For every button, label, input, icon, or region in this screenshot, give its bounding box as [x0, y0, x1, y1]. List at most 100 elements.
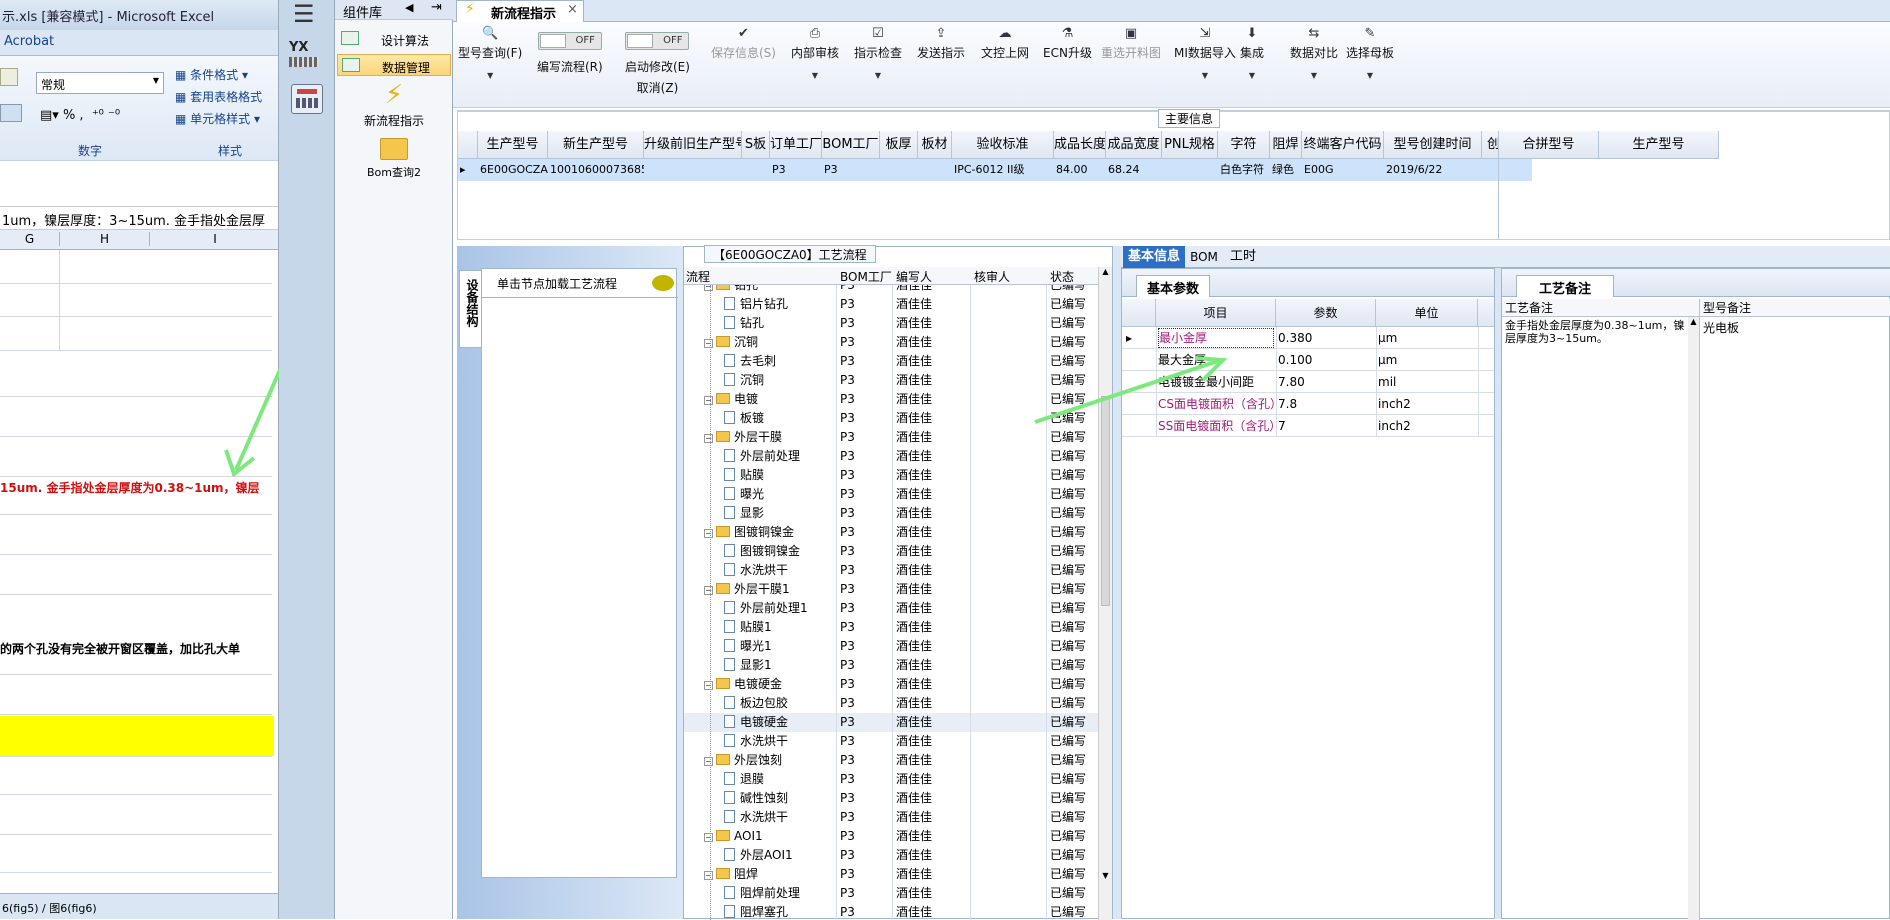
collapse-icon[interactable]: −: [704, 339, 713, 348]
flow-row[interactable]: 水洗烘干 P3 酒佳佳 已编写: [684, 808, 1098, 827]
flow-row[interactable]: 铝片钻孔 P3 酒佳佳 已编写: [684, 295, 1098, 314]
toolbar-button-0[interactable]: 🔍 型号查询(F) ▼: [458, 26, 522, 80]
flow-node[interactable]: − 图镀铜镍金: [704, 523, 794, 542]
table-format-button[interactable]: ▦ 套用表格格式: [175, 86, 262, 108]
flow-node[interactable]: 水洗烘干: [724, 808, 788, 827]
flow-node[interactable]: 外层AOI1: [724, 846, 793, 865]
toolbar-button-4[interactable]: ⎙ 内部审核 ▼: [791, 26, 839, 80]
info-cell[interactable]: 2019/6/22: [1384, 159, 1482, 181]
param-item[interactable]: 最小金厚: [1158, 328, 1274, 348]
cell-red-text[interactable]: 15um. 金手指处金层厚度为0.38~1um，镍层: [0, 479, 274, 496]
flow-node[interactable]: 贴膜1: [724, 618, 772, 637]
paste-icon[interactable]: [0, 68, 18, 86]
tab-new-flow[interactable]: ⚡ 新流程指示 ×: [456, 0, 584, 22]
scroll-up-icon[interactable]: ▲: [1099, 267, 1112, 276]
info-cell[interactable]: IPC-6012 II级: [952, 159, 1054, 181]
merged-col-header[interactable]: 合拼型号: [1499, 131, 1599, 159]
flow-node[interactable]: 外层前处理: [724, 447, 800, 466]
highlighted-row[interactable]: [0, 716, 274, 756]
col-header-h[interactable]: H: [60, 232, 150, 246]
info-cell[interactable]: 白色字符: [1218, 159, 1270, 181]
toolbar-button-12[interactable]: ⇆ 数据对比 ▼: [1290, 26, 1338, 80]
flow-col-header[interactable]: 状态: [1050, 268, 1098, 285]
number-format-select[interactable]: 常规 ▼: [36, 72, 164, 94]
info-col-header[interactable]: 字符: [1218, 131, 1270, 159]
collapse-icon[interactable]: −: [704, 285, 713, 291]
merged-col-header[interactable]: 生产型号: [1599, 131, 1719, 159]
flow-node[interactable]: 电镀硬金: [724, 713, 788, 732]
flow-row[interactable]: 碱性蚀刻 P3 酒佳佳 已编写: [684, 789, 1098, 808]
collapse-icon[interactable]: −: [704, 396, 713, 405]
flow-node[interactable]: 沉铜: [724, 371, 764, 390]
info-cell[interactable]: P3: [770, 159, 822, 181]
flow-node[interactable]: 曝光1: [724, 637, 772, 656]
dropdown-caret-icon[interactable]: ▼: [1174, 71, 1236, 80]
pin-icon[interactable]: ⇥: [431, 0, 442, 15]
flow-node[interactable]: 板镀: [724, 409, 764, 428]
collapse-icon[interactable]: −: [704, 833, 713, 842]
dropdown-caret-icon[interactable]: ▼: [854, 71, 902, 80]
info-cell[interactable]: 6E00GOCZA0: [478, 159, 548, 181]
flow-node[interactable]: − 电镀硬金: [704, 675, 782, 694]
flow-row[interactable]: 贴膜1 P3 酒佳佳 已编写: [684, 618, 1098, 637]
flow-row[interactable]: 钻孔 P3 酒佳佳 已编写: [684, 314, 1098, 333]
flow-col-header[interactable]: 流程: [686, 268, 836, 285]
info-col-header[interactable]: 生产型号: [478, 131, 548, 159]
toolbar-button-8[interactable]: ⚗ ECN升级: [1043, 26, 1092, 61]
model-note-field[interactable]: 光电板: [1700, 317, 1890, 920]
close-icon[interactable]: ×: [567, 2, 578, 17]
flow-node[interactable]: − AOI1: [704, 827, 763, 846]
flow-row[interactable]: 水洗烘干 P3 酒佳佳 已编写: [684, 732, 1098, 751]
toolbar-button-7[interactable]: ☁ 文控上网: [981, 26, 1029, 61]
conditional-format-button[interactable]: ▦ 条件格式 ▾: [175, 64, 262, 86]
flow-row[interactable]: 退膜 P3 酒佳佳 已编写: [684, 770, 1098, 789]
dropdown-caret-icon[interactable]: ▼: [458, 71, 522, 80]
flow-row[interactable]: 水洗烘干 P3 酒佳佳 已编写: [684, 561, 1098, 580]
flow-node[interactable]: 碱性蚀刻: [724, 789, 788, 808]
flow-node[interactable]: − 外层干膜1: [704, 580, 790, 599]
collapse-icon[interactable]: −: [704, 529, 713, 538]
info-cell[interactable]: P3: [822, 159, 880, 181]
toggle-switch[interactable]: OFF: [537, 32, 602, 50]
tab-basic-info[interactable]: 基本信息: [1123, 246, 1185, 268]
toolbar-button-9[interactable]: ▣ 重选开料图: [1101, 26, 1161, 61]
flow-node[interactable]: 水洗烘干: [724, 732, 788, 751]
collapse-icon[interactable]: −: [704, 434, 713, 443]
info-cell[interactable]: 绿色: [1270, 159, 1302, 181]
number-format-buttons[interactable]: ▤▾ % , ⁺⁰ ⁻⁰: [40, 108, 120, 123]
flow-row[interactable]: 阻焊塞孔 P3 酒佳佳 已编写: [684, 903, 1098, 920]
collapse-icon[interactable]: −: [704, 757, 713, 766]
info-col-header[interactable]: 新生产型号: [548, 131, 644, 159]
flow-node[interactable]: 图镀铜镍金: [724, 542, 800, 561]
dropdown-caret-icon[interactable]: ▼: [1240, 71, 1264, 80]
flow-node[interactable]: − 沉铜: [704, 333, 758, 352]
flow-row[interactable]: − 外层蚀刻 P3 酒佳佳 已编写: [684, 751, 1098, 770]
process-note-field[interactable]: 金手指处金层厚度为0.38~1um，镍层厚度为3~15um。: [1502, 317, 1688, 920]
flow-node[interactable]: 水洗烘干: [724, 561, 788, 580]
info-col-header[interactable]: 阻焊: [1270, 131, 1302, 159]
merged-model-grid[interactable]: 合拼型号 生产型号: [1498, 131, 1890, 239]
flow-node[interactable]: − 外层干膜: [704, 428, 782, 447]
param-value[interactable]: 7.8: [1278, 393, 1297, 415]
merge-icon[interactable]: [0, 104, 22, 122]
info-cell[interactable]: [880, 159, 918, 181]
flow-row[interactable]: 曝光1 P3 酒佳佳 已编写: [684, 637, 1098, 656]
collapse-icon[interactable]: −: [704, 871, 713, 880]
cell-black-text[interactable]: 的两个孔没有完全被开窗区覆盖，加比孔大单: [0, 640, 274, 657]
toolbar-button-2[interactable]: OFF 启动修改(E) 取消(Z): [625, 26, 690, 96]
collapse-icon[interactable]: −: [704, 586, 713, 595]
param-value[interactable]: 7.80: [1278, 371, 1305, 393]
flow-node[interactable]: 外层前处理1: [724, 599, 808, 618]
flow-node[interactable]: 显影: [724, 504, 764, 523]
flow-row[interactable]: − 外层干膜 P3 酒佳佳 已编写: [684, 428, 1098, 447]
hamburger-menu-icon[interactable]: ☰: [293, 0, 315, 28]
info-cell[interactable]: [1162, 159, 1218, 181]
flow-row[interactable]: 显影1 P3 酒佳佳 已编写: [684, 656, 1098, 675]
info-col-header[interactable]: 成品长度: [1054, 131, 1106, 159]
flow-row[interactable]: 电镀硬金 P3 酒佳佳 已编写: [684, 713, 1098, 732]
flow-node[interactable]: − 钻孔: [704, 285, 758, 295]
col-header-g[interactable]: G: [0, 232, 60, 246]
comp-item-data-management[interactable]: 数据管理: [337, 54, 451, 76]
info-col-header[interactable]: 型号创建时间: [1384, 131, 1482, 159]
formula-bar[interactable]: 1um，镍层厚度：3~15um. 金手指处金层厚: [0, 206, 278, 230]
